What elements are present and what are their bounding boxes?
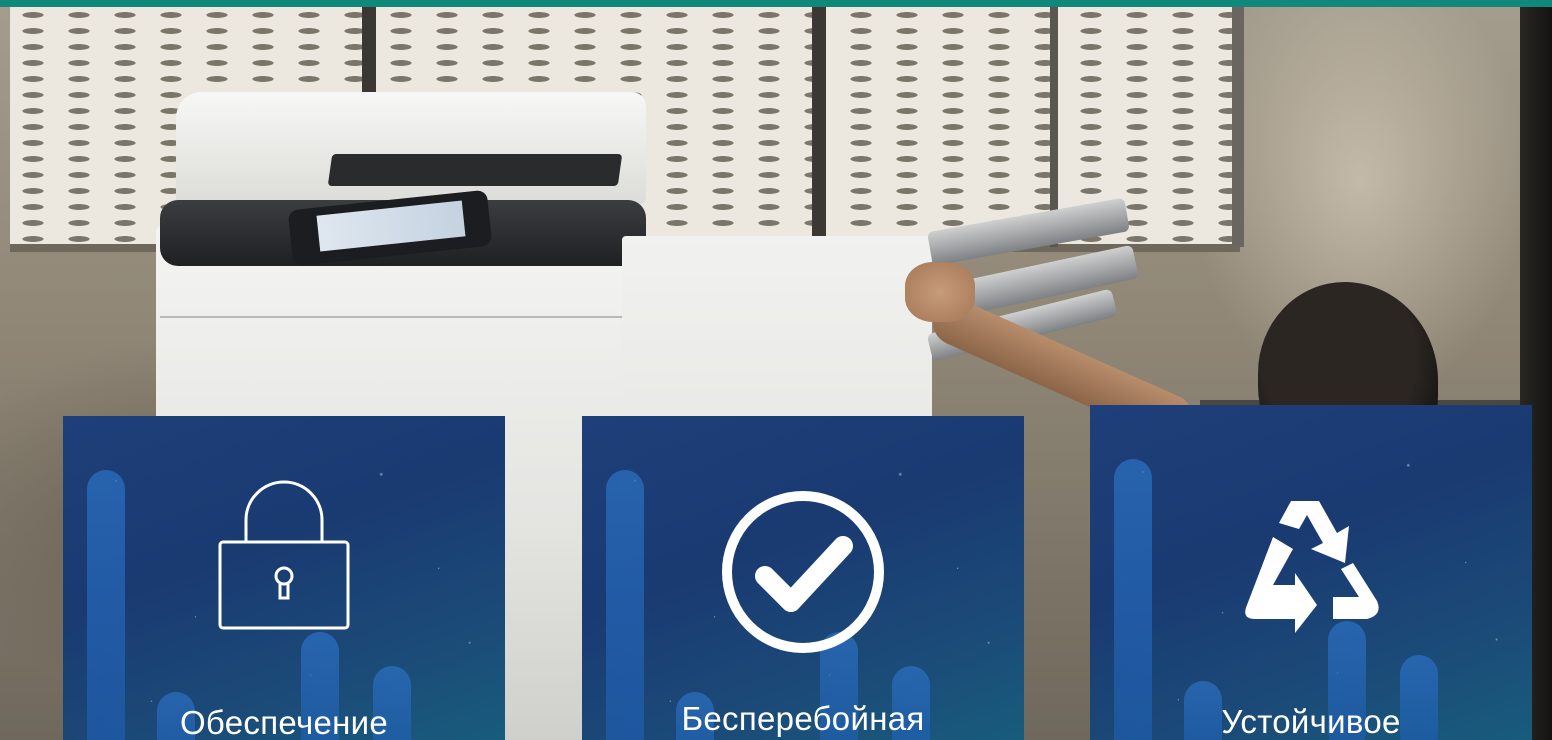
feature-card-label: Устойчивое [1221,703,1401,740]
printer-panel-seam [160,316,630,318]
feature-card-security[interactable]: Обеспечение [63,416,505,740]
hero-banner: Обеспечение Бесперебойная Устойчивое [0,0,1552,740]
feature-card-reliability[interactable]: Бесперебойная [582,416,1024,740]
feature-card-sustainability[interactable]: Устойчивое [1090,405,1532,740]
feature-card-label: Обеспечение [179,704,389,740]
printer-output-tray [327,154,623,186]
person-hand [905,262,975,322]
printer-scanner [176,92,646,204]
decorative-bar [87,470,125,740]
feature-card-label: Бесперебойная [681,700,925,737]
padlock-icon [217,476,351,637]
window-frame [812,7,826,247]
top-accent-bar [0,0,1552,7]
decorative-bar [1114,459,1152,740]
window-frame [1232,7,1244,247]
recycle-icon [1233,493,1389,642]
checkmark-circle-icon [719,488,887,661]
